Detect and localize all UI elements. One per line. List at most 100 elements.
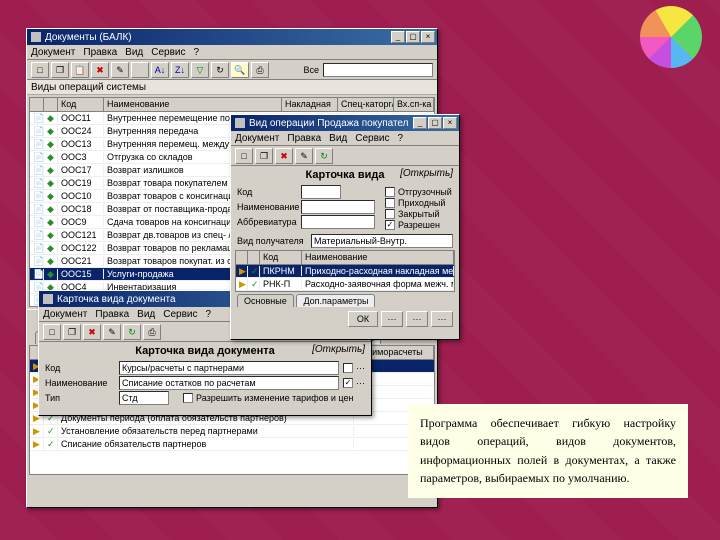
main-titlebar[interactable]: Документы (БАЛК) _ ▢ × xyxy=(27,29,437,45)
col-name[interactable]: Наименование xyxy=(104,98,282,111)
optab-extra[interactable]: Доп.параметры xyxy=(296,294,375,307)
tool-refresh[interactable]: ↻ xyxy=(123,324,141,340)
lbl-code: Код xyxy=(45,363,115,373)
menu-item[interactable]: Правка xyxy=(83,47,117,58)
minimize-button[interactable]: _ xyxy=(391,31,405,43)
inp-opcode[interactable] xyxy=(301,185,341,199)
app-icon xyxy=(31,32,41,42)
tool-print[interactable]: ⎙ xyxy=(251,62,269,78)
tool-find[interactable]: 🔍 xyxy=(231,62,249,78)
tool-delete[interactable]: ✖ xyxy=(275,148,293,164)
input-name[interactable]: Списание остатков по расчетам xyxy=(119,376,339,390)
menu-item[interactable]: Правка xyxy=(95,309,129,320)
inp-opacc[interactable] xyxy=(301,215,375,229)
input-type[interactable]: Стд xyxy=(119,391,169,405)
lbl-opname: Наименование xyxy=(237,202,297,212)
menu-item[interactable]: Документ xyxy=(43,309,87,320)
tool-edit[interactable]: ✎ xyxy=(111,62,129,78)
col-nakl[interactable]: Накладная xyxy=(282,98,338,111)
tool-delete[interactable]: ✖ xyxy=(91,62,109,78)
brand-logo xyxy=(640,6,702,68)
chk-raz[interactable]: ✓Разрешен xyxy=(385,220,455,230)
minimize-button[interactable]: _ xyxy=(413,117,427,129)
optab-main[interactable]: Основные xyxy=(237,294,294,307)
tool-refresh[interactable]: ↻ xyxy=(315,148,333,164)
btn-ok[interactable]: ОК xyxy=(348,311,378,327)
menu-item[interactable]: Вид xyxy=(329,133,347,144)
menu-item[interactable]: ? xyxy=(398,133,404,144)
tool-new[interactable]: □ xyxy=(31,62,49,78)
main-title: Документы (БАЛК) xyxy=(45,32,387,43)
tool-copy[interactable]: ❐ xyxy=(63,324,81,340)
inp-opname[interactable] xyxy=(301,200,375,214)
tool-filter[interactable]: ▽ xyxy=(191,62,209,78)
tool-sep xyxy=(131,62,149,78)
tool-new[interactable]: □ xyxy=(43,324,61,340)
col-spec[interactable]: Спец-каторг/··· xyxy=(338,98,394,111)
close-button[interactable]: × xyxy=(421,31,435,43)
tool-sort-za[interactable]: Z↓ xyxy=(171,62,189,78)
maximize-button[interactable]: ▢ xyxy=(406,31,420,43)
table-row[interactable]: ▶✓Установление обязательств перед партне… xyxy=(30,425,434,438)
col-icon2 xyxy=(44,98,58,111)
menu-item[interactable]: ? xyxy=(194,47,200,58)
close-button[interactable]: × xyxy=(443,117,457,129)
col-vx[interactable]: Вх.сп-ка xyxy=(394,98,434,111)
menu-item[interactable]: Документ xyxy=(31,47,75,58)
menu-item[interactable]: Правка xyxy=(287,133,321,144)
table-row[interactable]: ▶✓ПКРНМПриходно-расходная накладная межд… xyxy=(236,265,454,278)
chk-transfer[interactable]: Разрешить изменение тарифов и цен xyxy=(183,393,353,403)
main-menubar: Документ Правка Вид Сервис ? xyxy=(27,45,437,60)
tool-delete[interactable]: ✖ xyxy=(83,324,101,340)
tool-print[interactable]: ⎙ xyxy=(143,324,161,340)
menu-item[interactable]: Вид xyxy=(125,47,143,58)
op-detail-grid[interactable]: Код Наименование ▶✓ПКРНМПриходно-расходн… xyxy=(235,250,455,292)
op-title: Вид операции Продажа покупателям xyxy=(249,118,409,129)
op-titlebar[interactable]: Вид операции Продажа покупателям _ ▢ × xyxy=(231,115,459,131)
open-link[interactable]: [Открыть] xyxy=(400,168,453,179)
col-code[interactable]: Код xyxy=(58,98,104,111)
grid-header: Код Наименование Накладная Спец-каторг/·… xyxy=(30,98,434,112)
btn-x2[interactable]: ··· xyxy=(406,311,428,327)
tool-new[interactable]: □ xyxy=(235,148,253,164)
input-code[interactable]: Курсы/расчеты с партнерами xyxy=(119,361,339,375)
btn-x1[interactable]: ··· xyxy=(381,311,403,327)
app-icon xyxy=(235,118,245,128)
menu-item[interactable]: Вид xyxy=(137,309,155,320)
menu-item[interactable]: ? xyxy=(206,309,212,320)
panel-heading: Виды операций системы xyxy=(27,80,437,95)
menu-item[interactable]: Сервис xyxy=(151,47,185,58)
tool-copy[interactable]: ❐ xyxy=(255,148,273,164)
chk-zak[interactable]: Закрытый xyxy=(385,209,455,219)
chk-a[interactable]: ··· xyxy=(343,363,365,373)
lbl-opacc: Аббревиатура xyxy=(237,217,297,227)
chk-otg[interactable]: Отгрузочный xyxy=(385,187,455,197)
filter-combo[interactable] xyxy=(323,63,433,77)
maximize-button[interactable]: ▢ xyxy=(428,117,442,129)
tool-copy[interactable]: ❐ xyxy=(51,62,69,78)
tool-refresh[interactable]: ↻ xyxy=(211,62,229,78)
filter-combo-label: Все xyxy=(303,65,319,75)
lbl-init: Вид получателя xyxy=(237,236,307,246)
tool-paste[interactable]: 📋 xyxy=(71,62,89,78)
lbl-name: Наименование xyxy=(45,378,115,388)
menu-item[interactable]: Сервис xyxy=(355,133,389,144)
tool-sort-az[interactable]: A↓ xyxy=(151,62,169,78)
chk-pri[interactable]: Приходный xyxy=(385,198,455,208)
menu-item[interactable]: Документ xyxy=(235,133,279,144)
combo-init[interactable]: Материальный-Внутр. xyxy=(311,234,453,248)
op-card-window: Вид операции Продажа покупателям _ ▢ × Д… xyxy=(230,114,460,340)
open-link[interactable]: [Открыть] xyxy=(312,344,365,355)
col-icon1 xyxy=(30,98,44,111)
description-text: Программа обеспечивает гибкую настройку … xyxy=(420,416,676,486)
main-toolbar: □ ❐ 📋 ✖ ✎ A↓ Z↓ ▽ ↻ 🔍 ⎙ Все xyxy=(27,60,437,80)
description-box: Программа обеспечивает гибкую настройку … xyxy=(408,404,688,498)
table-row[interactable]: ▶✓Списание обязательств партнеров xyxy=(30,438,434,451)
lbl-opcode: Код xyxy=(237,187,297,197)
btn-x3[interactable]: ··· xyxy=(431,311,453,327)
table-row[interactable]: ▶✓РНК-ПРасходно-заявочная форма межч. ме… xyxy=(236,278,454,291)
menu-item[interactable]: Сервис xyxy=(163,309,197,320)
tool-edit[interactable]: ✎ xyxy=(103,324,121,340)
tool-edit[interactable]: ✎ xyxy=(295,148,313,164)
chk-b[interactable]: ✓··· xyxy=(343,378,365,388)
